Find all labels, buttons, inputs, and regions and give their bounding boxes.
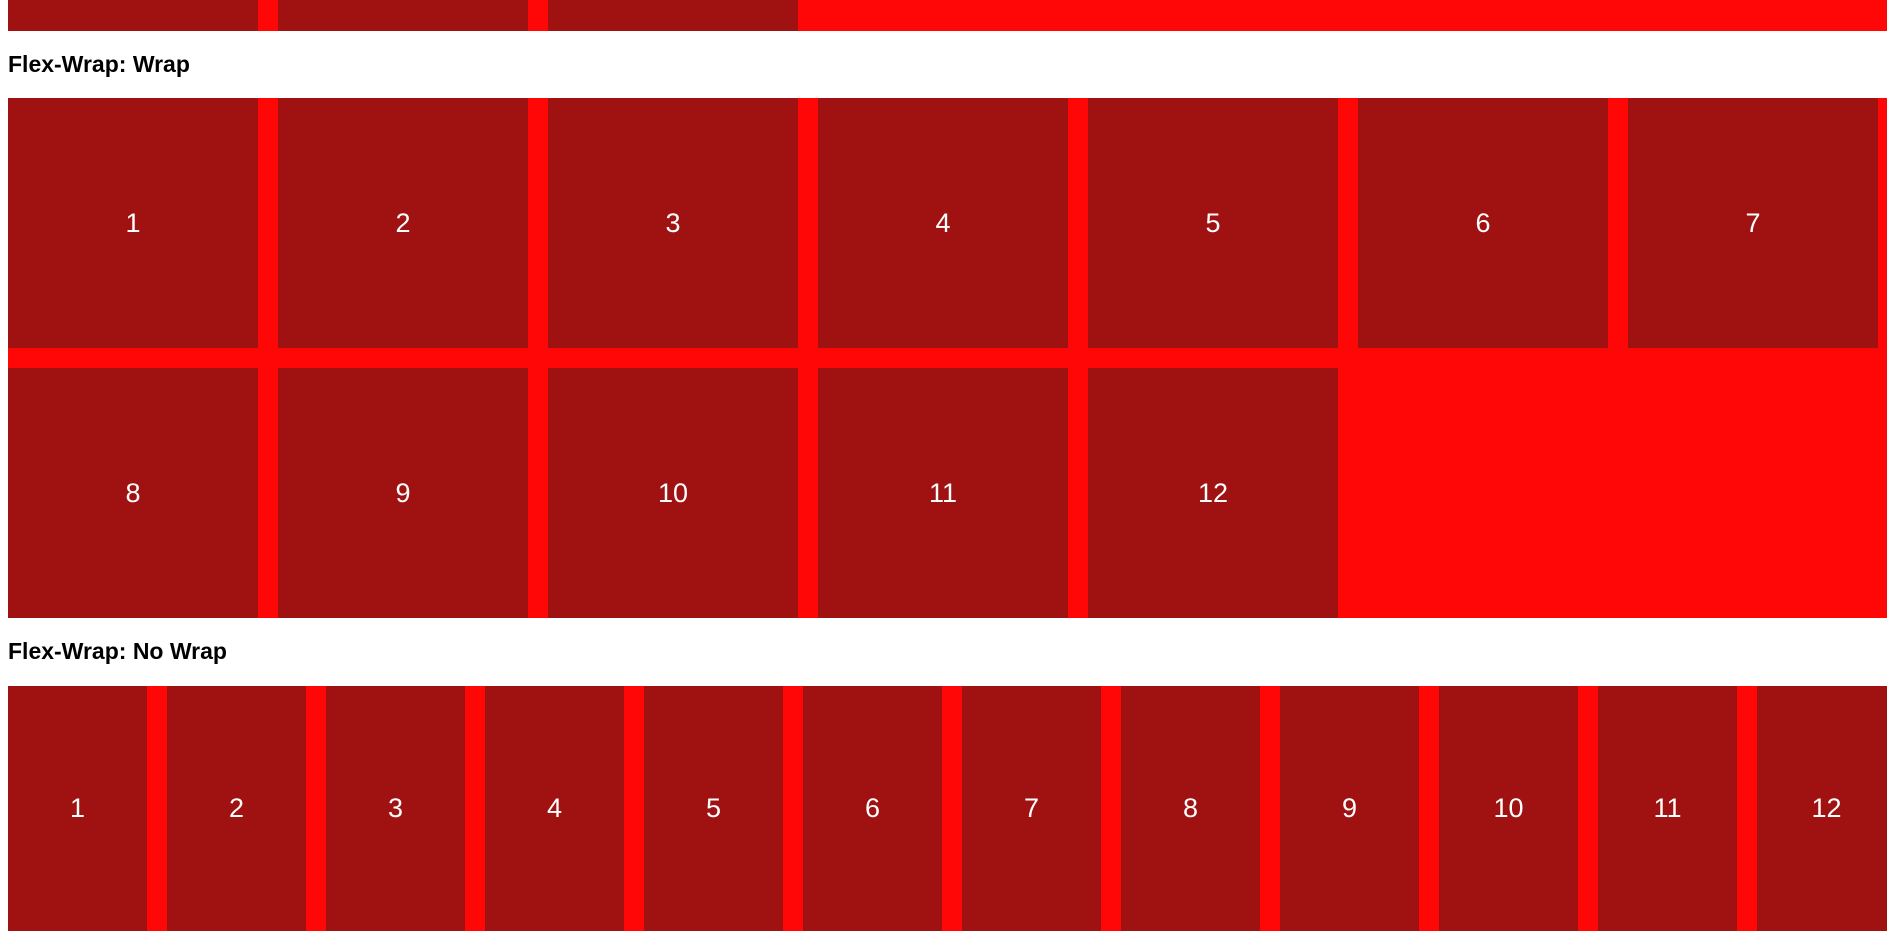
nowrap-flex-item: 6 — [803, 686, 942, 931]
wrap-flex-item: 11 — [818, 368, 1068, 618]
nowrap-flex-item: 2 — [167, 686, 306, 931]
nowrap-flex-container: 1 2 3 4 5 6 7 8 9 10 11 12 — [8, 686, 1887, 931]
top-flex-item — [548, 0, 798, 31]
nowrap-flex-item: 11 — [1598, 686, 1737, 931]
wrap-flex-item: 5 — [1088, 98, 1338, 348]
nowrap-flex-item: 7 — [962, 686, 1101, 931]
wrap-flex-item: 10 — [548, 368, 798, 618]
nowrap-flex-item: 9 — [1280, 686, 1419, 931]
page: Flex-Wrap: Wrap 1 2 3 4 5 6 7 8 9 10 11 … — [0, 0, 1887, 931]
wrap-heading: Flex-Wrap: Wrap — [8, 51, 190, 77]
wrap-flex-item: 4 — [818, 98, 1068, 348]
wrap-flex-item: 7 — [1628, 98, 1878, 348]
top-flex-item — [278, 0, 528, 31]
wrap-flex-item: 8 — [8, 368, 258, 618]
wrap-flex-item: 2 — [278, 98, 528, 348]
nowrap-flex-item: 5 — [644, 686, 783, 931]
top-flex-container — [8, 0, 1887, 31]
wrap-flex-item: 12 — [1088, 368, 1338, 618]
nowrap-heading: Flex-Wrap: No Wrap — [8, 638, 227, 664]
wrap-flex-item: 3 — [548, 98, 798, 348]
nowrap-flex-item: 10 — [1439, 686, 1578, 931]
top-flex-item — [8, 0, 258, 31]
nowrap-flex-item: 8 — [1121, 686, 1260, 931]
nowrap-flex-item: 1 — [8, 686, 147, 931]
nowrap-flex-item: 4 — [485, 686, 624, 931]
wrap-flex-item: 6 — [1358, 98, 1608, 348]
nowrap-flex-item: 3 — [326, 686, 465, 931]
wrap-flex-container: 1 2 3 4 5 6 7 8 9 10 11 12 — [8, 98, 1887, 618]
wrap-flex-item: 9 — [278, 368, 528, 618]
wrap-flex-item: 1 — [8, 98, 258, 348]
nowrap-flex-item: 12 — [1757, 686, 1887, 931]
